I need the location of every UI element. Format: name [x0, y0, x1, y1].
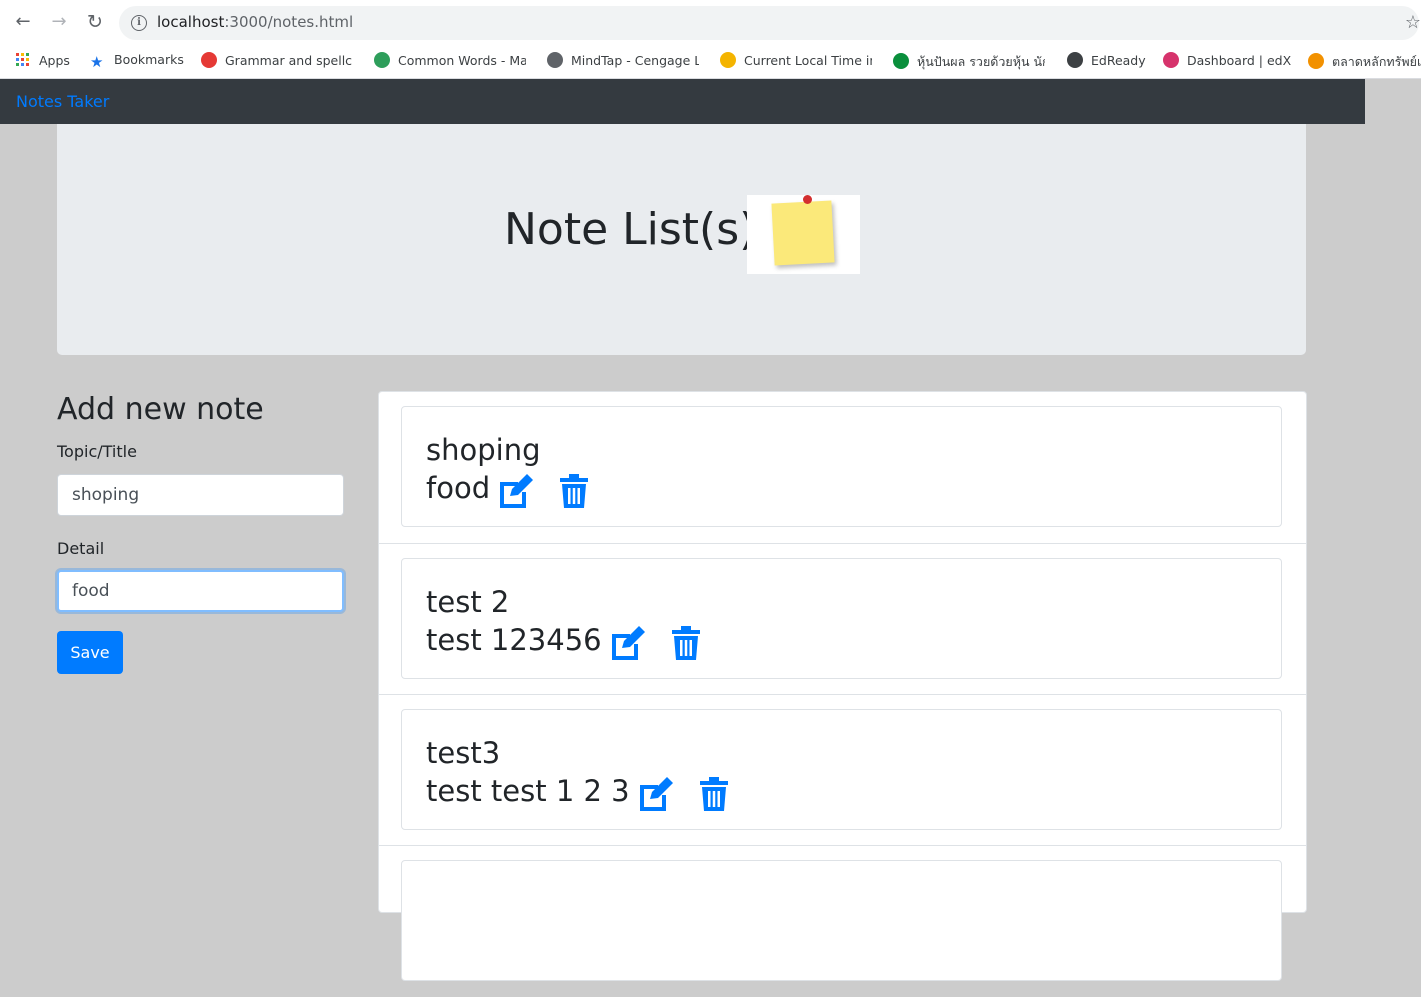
url-path: :3000/notes.html	[224, 13, 354, 31]
edready-icon	[1067, 52, 1083, 68]
note-detail: test 123456	[426, 623, 700, 667]
jumbotron: Note List(s)	[57, 124, 1306, 355]
note-actions	[636, 776, 728, 818]
bookmark-label: หุ้นปันผล รวยด้วยหุ้น นัก	[917, 54, 1045, 69]
edit-icon[interactable]	[608, 625, 646, 667]
bookmark-label: MindTap - Cengage L	[571, 53, 699, 68]
bookmark-label: Grammar and spellch	[225, 53, 353, 68]
grammar-icon	[201, 52, 217, 68]
detail-input[interactable]	[57, 570, 344, 612]
navbar: Notes Taker	[0, 79, 1365, 124]
note-title: test3	[426, 736, 501, 770]
navbar-brand[interactable]: Notes Taker	[16, 92, 109, 111]
bookmark-label: ตลาดหลักทรัพย์แ	[1332, 54, 1421, 69]
note-detail: test test 1 2 3	[426, 774, 728, 818]
title-input[interactable]	[57, 474, 344, 516]
note-detail: food	[426, 471, 589, 515]
bookmark-item[interactable]: หุ้นปันผล รวยด้วยหุ้น นัก	[893, 52, 1045, 72]
bookmark-item[interactable]: EdReady	[1067, 52, 1146, 68]
bookmarks-bar: Apps ★ Bookmarks Grammar and spellch Common …	[0, 44, 1421, 79]
edit-icon[interactable]	[496, 473, 534, 515]
notes-list: shoping food test 2 test 123456 test3 test te…	[378, 391, 1307, 981]
note-detail-text: test 123456	[426, 623, 602, 657]
edit-icon[interactable]	[636, 776, 674, 818]
list-item: test 2 test 123456	[379, 543, 1306, 695]
trash-icon[interactable]	[560, 473, 589, 515]
stock-icon	[893, 53, 909, 69]
bookmark-label: Current Local Time in	[744, 53, 872, 68]
list-item	[379, 845, 1306, 997]
bookmark-star-icon[interactable]: ☆	[1405, 12, 1421, 33]
note-actions	[608, 625, 700, 667]
detail-label: Detail	[57, 539, 105, 558]
note-detail-text: test test 1 2 3	[426, 774, 630, 808]
bookmark-item[interactable]: Apps	[15, 52, 70, 68]
bookmark-item[interactable]: Grammar and spellch	[201, 52, 353, 68]
bookmark-item[interactable]: Dashboard | edX	[1163, 52, 1291, 68]
bookmark-item[interactable]: ★ Bookmarks	[90, 52, 184, 70]
mindtap-icon	[547, 52, 563, 68]
list-item: shoping food	[379, 392, 1306, 543]
bookmark-label: Common Words - Ma	[398, 53, 526, 68]
note-card: shoping food	[401, 406, 1282, 527]
sticky-note-image	[747, 195, 860, 274]
save-button[interactable]: Save	[57, 631, 123, 674]
star-icon: ★	[90, 53, 104, 70]
common-words-icon	[374, 52, 390, 68]
back-arrow-icon[interactable]: ←	[11, 10, 35, 34]
note-card: test 2 test 123456	[401, 558, 1282, 679]
form-heading: Add new note	[57, 392, 264, 427]
forward-arrow-icon[interactable]: →	[47, 10, 71, 34]
note-title: test 2	[426, 585, 510, 619]
note-card	[401, 860, 1282, 981]
time-icon	[720, 52, 736, 68]
note-actions	[496, 473, 589, 515]
sticky-note-icon	[771, 200, 835, 266]
bookmark-label: EdReady	[1091, 53, 1146, 68]
list-item: test3 test test 1 2 3	[379, 694, 1306, 846]
trash-icon[interactable]	[671, 625, 700, 667]
url-host: localhost	[157, 13, 225, 31]
address-row: ← → ↻ i localhost:3000/notes.html ☆	[0, 0, 1421, 44]
bookmark-item[interactable]: Current Local Time in	[720, 52, 872, 68]
set-icon	[1308, 53, 1324, 69]
note-detail-text: food	[426, 471, 491, 505]
bookmark-label: Bookmarks	[114, 52, 184, 67]
bookmark-label: Apps	[39, 53, 70, 68]
bookmark-item[interactable]: Common Words - Ma	[374, 52, 526, 68]
bookmark-item[interactable]: ตลาดหลักทรัพย์แ	[1308, 52, 1421, 72]
info-icon[interactable]: i	[131, 15, 147, 31]
address-bar[interactable]: i localhost:3000/notes.html ☆	[119, 6, 1421, 40]
title-label: Topic/Title	[57, 442, 137, 461]
bookmark-label: Dashboard | edX	[1187, 53, 1291, 68]
apps-grid-icon	[15, 52, 31, 68]
note-card: test3 test test 1 2 3	[401, 709, 1282, 830]
browser-chrome: ← → ↻ i localhost:3000/notes.html ☆ Apps…	[0, 0, 1421, 79]
note-title: shoping	[426, 433, 541, 467]
page-title: Note List(s)	[504, 204, 757, 255]
edx-icon	[1163, 52, 1179, 68]
pin-icon	[803, 195, 812, 204]
trash-icon[interactable]	[699, 776, 728, 818]
reload-icon[interactable]: ↻	[83, 10, 107, 34]
bookmark-item[interactable]: MindTap - Cengage L	[547, 52, 699, 68]
url-text[interactable]: localhost:3000/notes.html	[157, 13, 353, 31]
